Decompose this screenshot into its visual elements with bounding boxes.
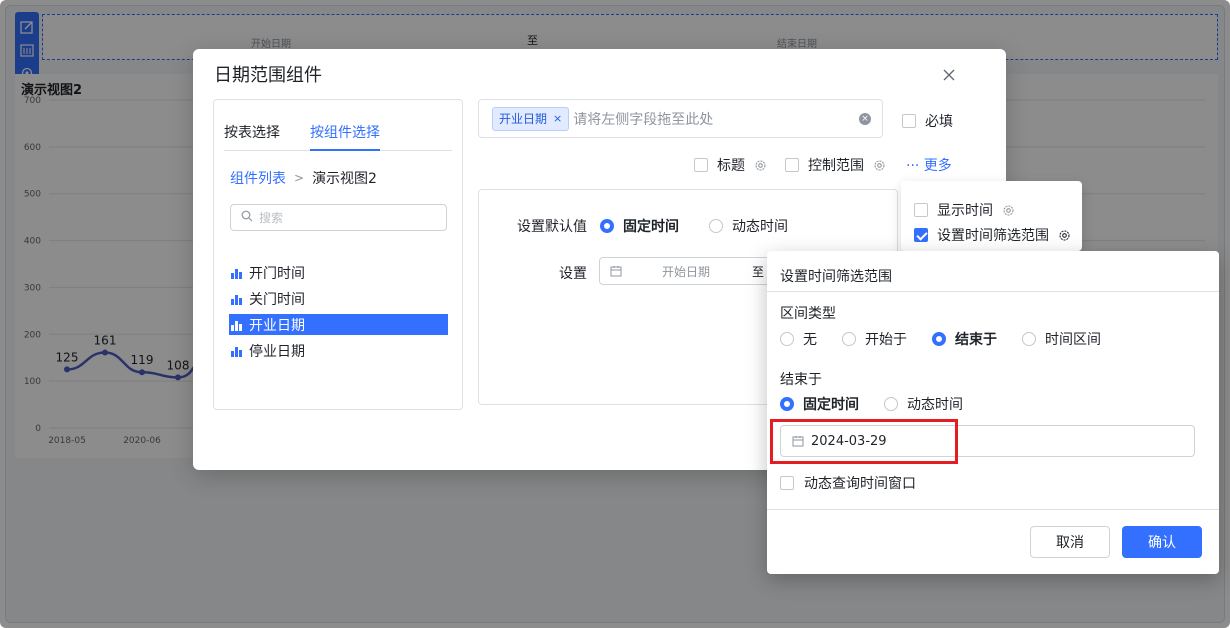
title-option-label: 标题	[717, 158, 745, 174]
field-drop-zone[interactable]: 开业日期 × 请将左侧字段拖至此处 ×	[478, 99, 883, 138]
interval-start-label: 开始于	[865, 332, 907, 348]
search-icon	[241, 210, 253, 226]
interval-none-label: 无	[803, 332, 817, 348]
radio-dot[interactable]	[780, 332, 794, 346]
calendar-icon	[610, 265, 622, 277]
default-dynamic-label: 动态时间	[732, 219, 788, 235]
radio-dot[interactable]	[780, 397, 794, 411]
title-option[interactable]: 标题	[694, 155, 767, 175]
range-start-placeholder: 开始日期	[662, 264, 711, 279]
checkbox-box[interactable]	[785, 158, 799, 172]
interval-range-radio[interactable]: 时间区间	[1022, 329, 1101, 349]
interval-end-radio[interactable]: 结束于	[932, 329, 997, 349]
default-fixed-radio[interactable]: 固定时间	[600, 216, 679, 236]
field-tag: 开业日期 ×	[492, 106, 570, 131]
default-dynamic-radio[interactable]: 动态时间	[709, 216, 788, 236]
field-item-open-time[interactable]: 开门时间	[229, 260, 448, 286]
search-input[interactable]	[259, 210, 429, 225]
field-tag-label: 开业日期	[499, 112, 548, 126]
gear-icon[interactable]	[873, 159, 886, 172]
bar-chart-icon	[231, 267, 243, 279]
control-range-label: 控制范围	[808, 158, 864, 174]
set-range-option[interactable]: 设置时间筛选范围	[914, 225, 1071, 245]
range-to-label: 至	[752, 264, 765, 279]
set-range-label: 设置时间筛选范围	[937, 228, 1049, 244]
radio-dot[interactable]	[932, 332, 946, 346]
end-dynamic-radio[interactable]: 动态时间	[884, 394, 963, 414]
radio-dot[interactable]	[1022, 332, 1036, 346]
more-options-link[interactable]: ··· 更多	[906, 155, 952, 175]
close-icon[interactable]	[942, 68, 956, 82]
time-range-popup: 设置时间筛选范围 区间类型 无 开始于 结束于 时间区间 结束于 固定时间 动态…	[767, 251, 1219, 574]
gear-icon[interactable]	[1002, 204, 1015, 217]
radio-dot[interactable]	[842, 332, 856, 346]
end-at-label: 结束于	[780, 372, 822, 388]
checkbox-box[interactable]	[914, 228, 928, 242]
cancel-button[interactable]: 取消	[1030, 526, 1110, 558]
clear-icon[interactable]: ×	[859, 113, 871, 125]
source-tabs: 按表选择 按组件选择	[224, 122, 452, 151]
field-source-panel: 按表选择 按组件选择 组件列表 > 演示视图2 开门时间 关门时间	[213, 99, 463, 410]
interval-end-label: 结束于	[955, 332, 997, 348]
set-label: 设置	[559, 266, 587, 282]
end-fixed-label: 固定时间	[803, 397, 859, 413]
bar-chart-icon	[231, 345, 243, 357]
required-label: 必填	[925, 114, 953, 130]
bar-chart-icon	[231, 319, 243, 331]
radio-dot[interactable]	[600, 219, 614, 233]
field-item-close-time[interactable]: 关门时间	[229, 286, 448, 312]
radio-dot[interactable]	[884, 397, 898, 411]
radio-dot[interactable]	[709, 219, 723, 233]
field-label: 开业日期	[249, 317, 305, 334]
breadcrumb-component-list[interactable]: 组件列表	[230, 168, 286, 188]
tab-by-component[interactable]: 按组件选择	[310, 122, 380, 151]
field-label: 关门时间	[249, 292, 305, 308]
chevron-right-icon: >	[294, 171, 305, 185]
gear-icon[interactable]	[1058, 229, 1071, 242]
default-value-label: 设置默认值	[517, 219, 587, 235]
checkbox-box[interactable]	[694, 158, 708, 172]
drop-zone-placeholder: 请将左侧字段拖至此处	[573, 111, 714, 128]
field-label: 停业日期	[249, 344, 305, 360]
dynamic-window-label: 动态查询时间窗口	[804, 476, 916, 492]
checkbox-box[interactable]	[902, 114, 916, 128]
interval-type-label: 区间类型	[780, 306, 836, 322]
end-fixed-radio[interactable]: 固定时间	[780, 394, 859, 414]
field-list: 开门时间 关门时间 开业日期 停业日期	[229, 260, 448, 364]
more-options-menu: 显示时间 设置时间筛选范围	[901, 181, 1082, 251]
interval-start-radio[interactable]: 开始于	[842, 329, 907, 349]
tag-remove-icon[interactable]: ×	[553, 112, 562, 125]
control-range-option[interactable]: 控制范围	[785, 155, 886, 175]
interval-none-radio[interactable]: 无	[780, 329, 817, 349]
bar-chart-icon	[231, 293, 243, 305]
dialog-title: 日期范围组件	[214, 65, 322, 86]
show-time-option[interactable]: 显示时间	[914, 200, 1015, 220]
checkbox-box[interactable]	[914, 203, 928, 217]
field-search	[230, 204, 447, 231]
checkbox-box[interactable]	[780, 476, 794, 490]
highlight-box	[770, 419, 958, 464]
interval-range-label: 时间区间	[1045, 332, 1101, 348]
confirm-button[interactable]: 确认	[1122, 526, 1202, 558]
show-time-label: 显示时间	[937, 203, 993, 219]
dynamic-window-option[interactable]: 动态查询时间窗口	[780, 473, 916, 493]
popup-title: 设置时间筛选范围	[780, 269, 892, 285]
default-fixed-label: 固定时间	[623, 219, 679, 235]
breadcrumb-current: 演示视图2	[312, 171, 377, 187]
field-item-opening-date[interactable]: 开业日期	[229, 314, 448, 335]
divider	[767, 509, 1219, 510]
field-item-closing-date[interactable]: 停业日期	[229, 338, 448, 364]
gear-icon[interactable]	[754, 159, 767, 172]
divider	[767, 291, 1219, 292]
breadcrumb: 组件列表 > 演示视图2	[230, 168, 377, 188]
field-label: 开门时间	[249, 266, 305, 282]
tab-by-table[interactable]: 按表选择	[224, 122, 280, 151]
end-dynamic-label: 动态时间	[907, 397, 963, 413]
required-checkbox[interactable]: 必填	[902, 111, 953, 131]
